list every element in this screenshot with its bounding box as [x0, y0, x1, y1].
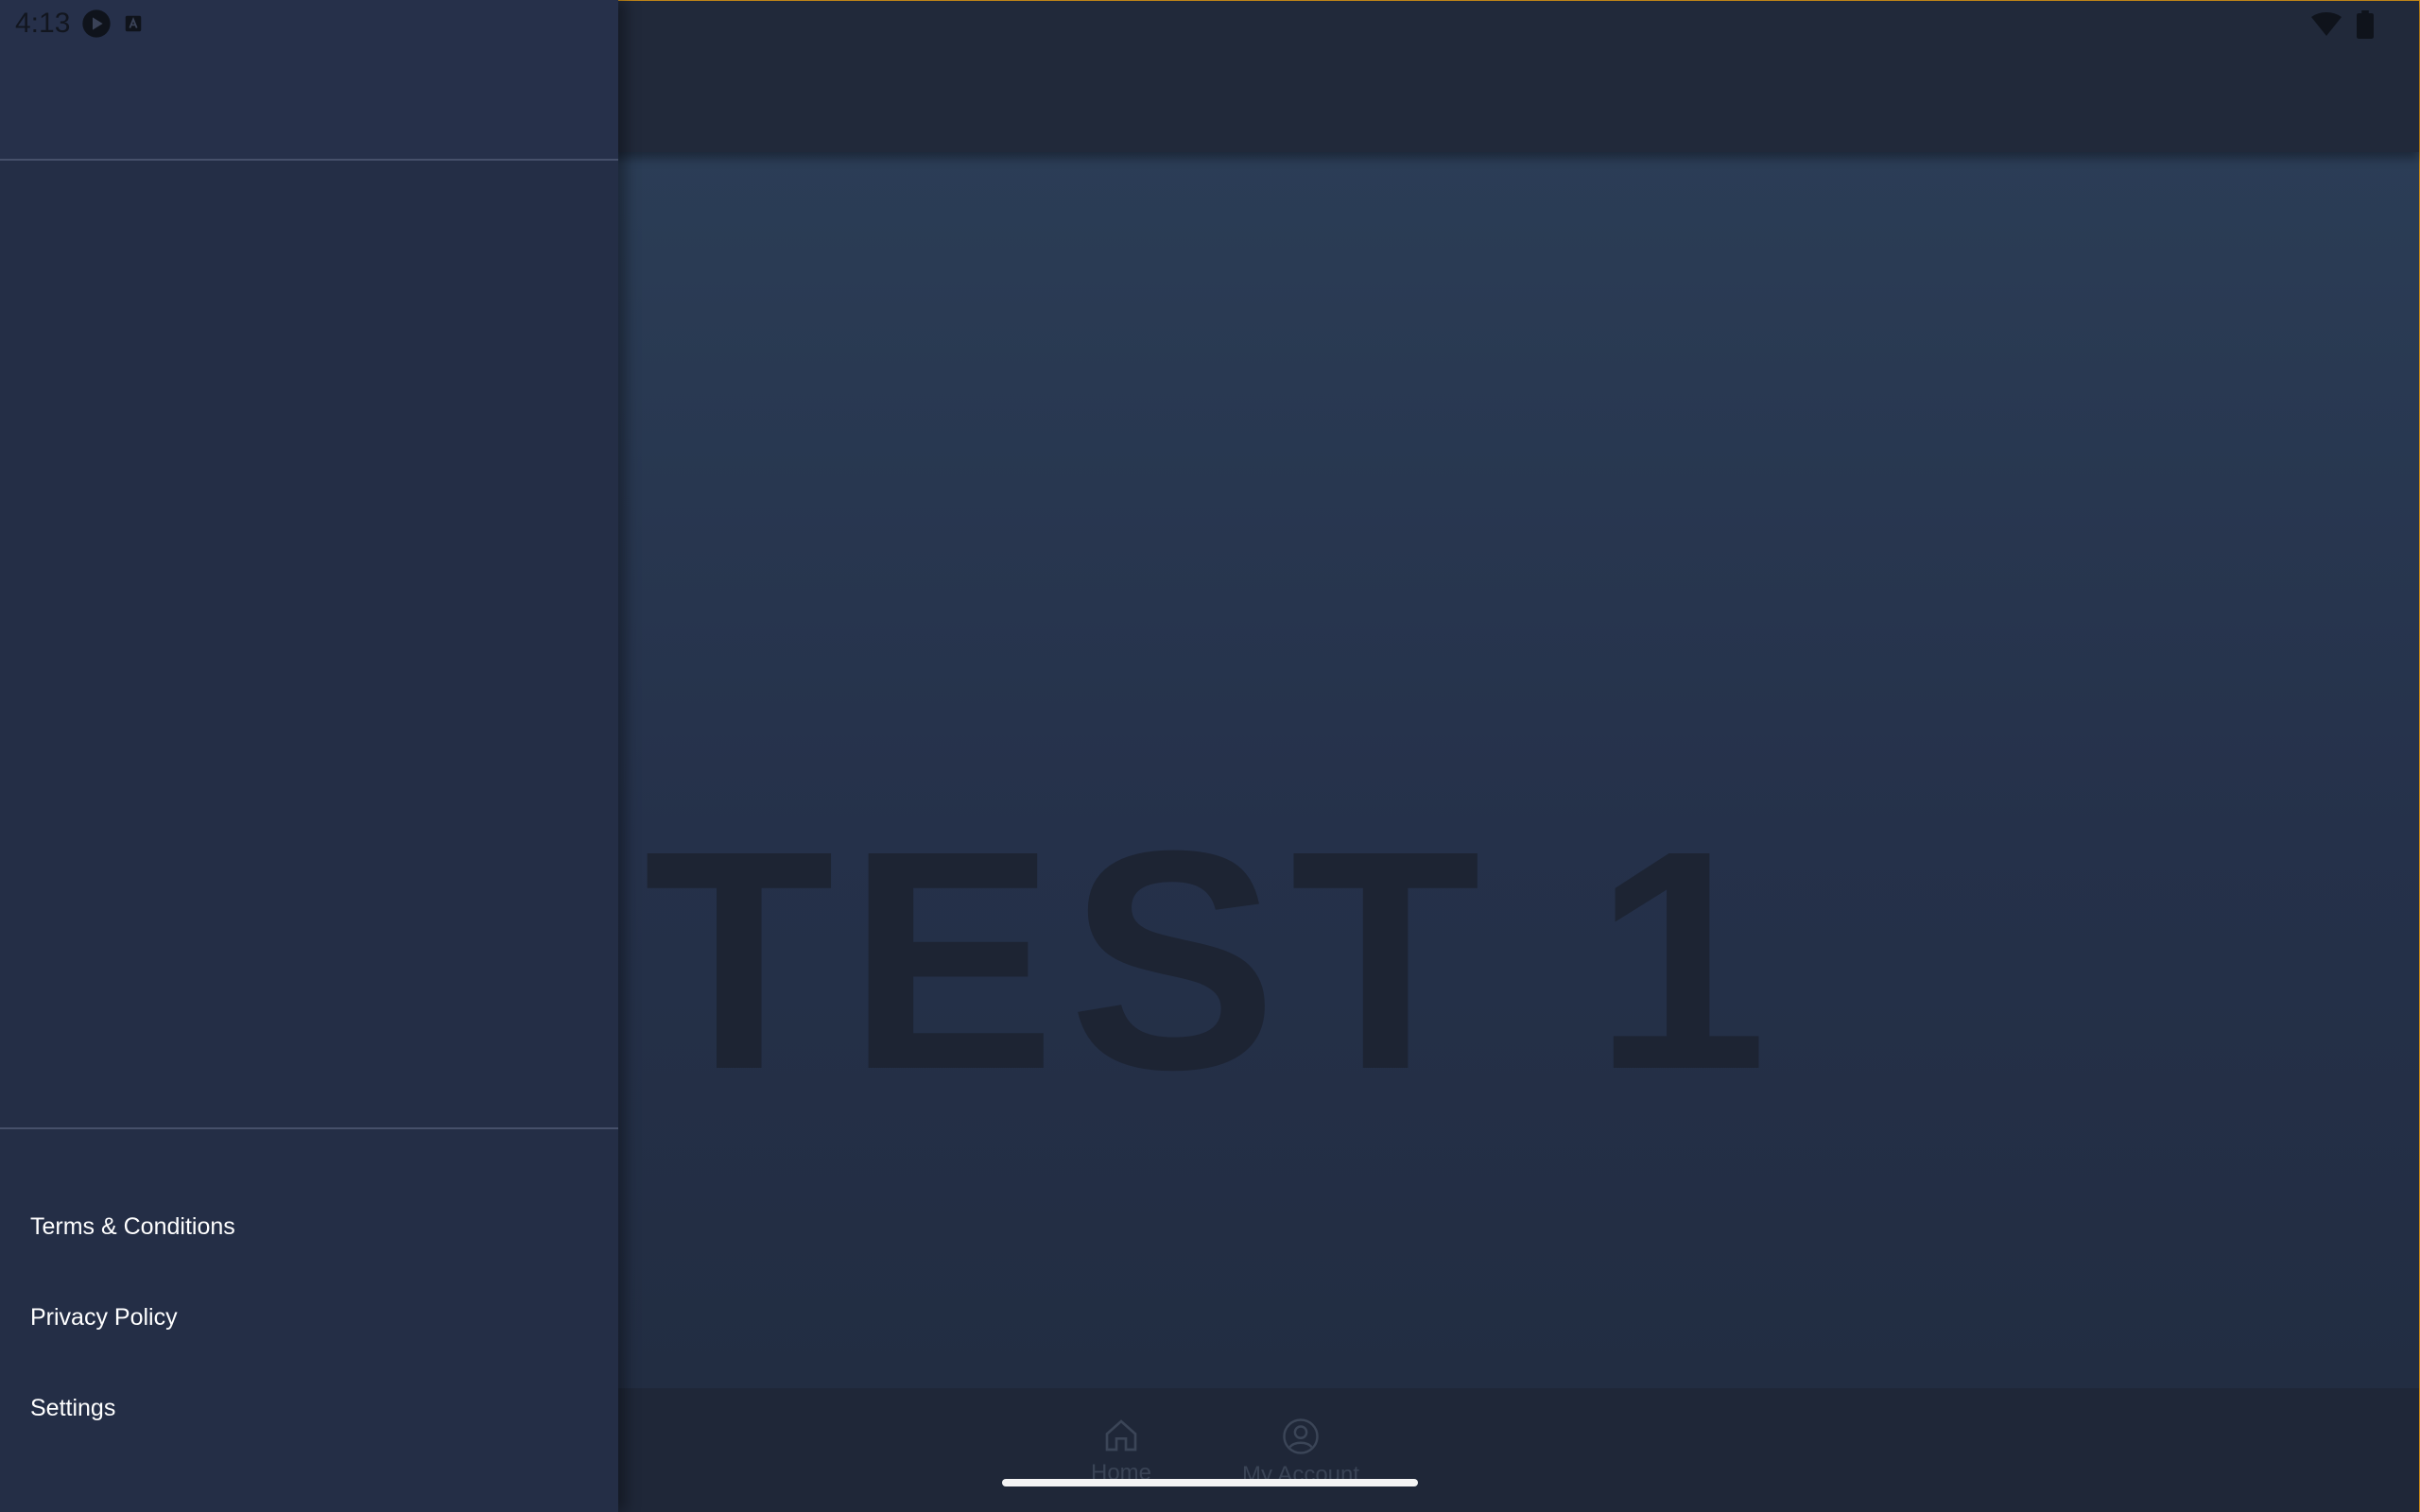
wifi-icon [2311, 12, 2342, 36]
battery-icon [2357, 10, 2374, 39]
status-icons-right [2311, 10, 2374, 39]
menu-item-privacy[interactable]: Privacy Policy [0, 1272, 618, 1363]
account-icon [1283, 1418, 1319, 1454]
menu-item-terms[interactable]: Terms & Conditions [0, 1181, 618, 1272]
drawer-divider [0, 1127, 618, 1129]
hero-title: TEST 1 [644, 785, 1781, 1134]
media-play-icon [82, 9, 112, 38]
home-indicator[interactable] [1002, 1479, 1418, 1486]
drawer-menu: Terms & Conditions Privacy Policy Settin… [0, 1181, 618, 1453]
status-time: 4:13 [15, 8, 71, 39]
menu-item-settings[interactable]: Settings [0, 1363, 618, 1453]
screen: TEST 1 Home My Account 4:13 Terms & Cond… [0, 0, 2420, 1512]
navigation-drawer: 4:13 Terms & Conditions Privacy Policy S… [0, 0, 618, 1512]
nav-home-button[interactable]: Home [1069, 1388, 1173, 1512]
drawer-header: 4:13 [0, 0, 618, 161]
keyboard-icon [126, 15, 142, 32]
status-bar-left: 4:13 [15, 8, 144, 40]
home-icon [1105, 1419, 1137, 1452]
nav-account-button[interactable]: My Account [1230, 1388, 1372, 1512]
